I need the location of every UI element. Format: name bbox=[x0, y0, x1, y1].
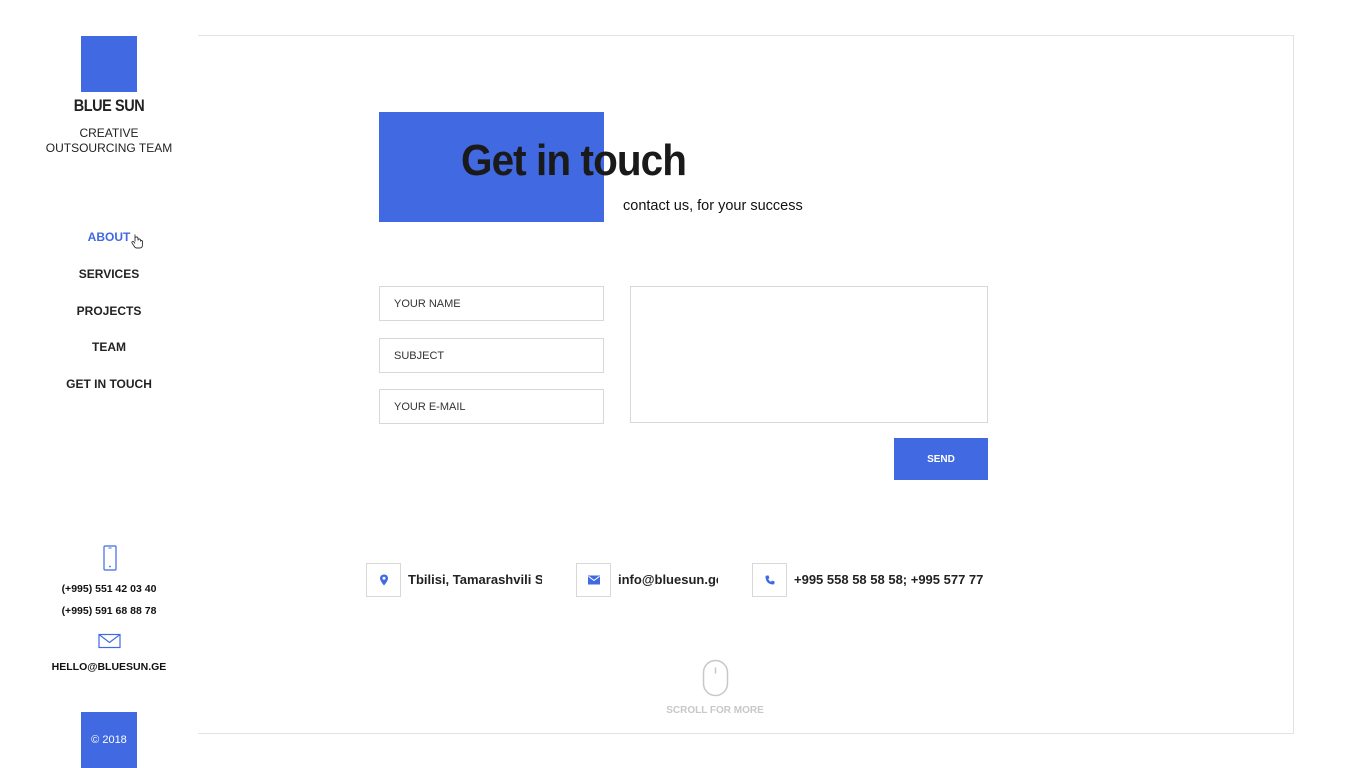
tagline-line1: CREATIVE bbox=[79, 126, 139, 140]
tagline-line2: OUTSOURCING TEAM bbox=[45, 141, 173, 155]
map-pin-icon bbox=[379, 574, 388, 586]
main-nav: ABOUT SERVICES PROJECTS TEAM GET IN TOUC… bbox=[0, 228, 218, 412]
mouse-icon[interactable] bbox=[702, 659, 729, 697]
send-button[interactable]: SEND bbox=[894, 438, 988, 480]
message-textarea[interactable] bbox=[630, 286, 988, 423]
address-text: Tbilisi, Tamarashvili Str. 45 bbox=[408, 572, 542, 587]
sidebar-phone-1[interactable]: (+995) 551 42 03 40 bbox=[0, 583, 218, 595]
sidebar-phone-2[interactable]: (+995) 591 68 88 78 bbox=[0, 605, 218, 617]
logo-square[interactable] bbox=[81, 36, 137, 92]
email-input[interactable] bbox=[379, 389, 604, 424]
info-email-link[interactable]: info@bluesun.ge bbox=[618, 572, 718, 587]
mail-icon bbox=[98, 633, 121, 649]
brand-name: BLUE SUN bbox=[73, 96, 145, 115]
hand-cursor-icon bbox=[131, 234, 143, 249]
phone-icon-box bbox=[752, 563, 787, 597]
nav-item-projects[interactable]: PROJECTS bbox=[0, 302, 218, 339]
mobile-phone-icon bbox=[103, 545, 117, 571]
email-icon-box bbox=[576, 563, 611, 597]
phone-icon bbox=[765, 575, 774, 585]
nav-item-about[interactable]: ABOUT bbox=[0, 228, 218, 265]
info-phones[interactable]: +995 558 58 58 58; +995 577 77 88 99 bbox=[794, 572, 986, 587]
address-icon-box bbox=[366, 563, 401, 597]
sidebar-email[interactable]: HELLO@BLUESUN.GE bbox=[0, 661, 218, 673]
copyright-badge: © 2018 bbox=[81, 712, 137, 768]
subject-input[interactable] bbox=[379, 338, 604, 373]
nav-item-services[interactable]: SERVICES bbox=[0, 265, 218, 302]
envelope-icon bbox=[587, 575, 600, 585]
brand-tagline: CREATIVE OUTSOURCING TEAM bbox=[0, 126, 218, 156]
page-subtitle: contact us, for your success bbox=[623, 198, 803, 214]
name-input[interactable] bbox=[379, 286, 604, 321]
page-title: Get in touch bbox=[461, 136, 687, 185]
nav-item-team[interactable]: TEAM bbox=[0, 338, 218, 375]
scroll-for-more-label: SCROLL FOR MORE bbox=[666, 705, 764, 716]
sidebar: BLUE SUN CREATIVE OUTSOURCING TEAM ABOUT… bbox=[0, 0, 198, 768]
nav-item-get-in-touch[interactable]: GET IN TOUCH bbox=[0, 375, 218, 412]
